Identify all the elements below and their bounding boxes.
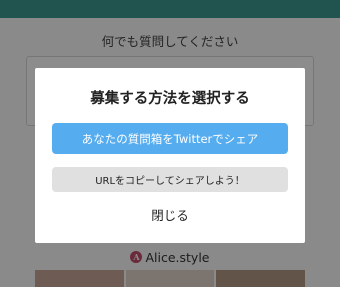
share-method-dialog: 募集する方法を選択する あなたの質問箱をTwitterでシェア URLをコピーし…	[35, 68, 305, 243]
copy-url-button[interactable]: URLをコピーしてシェアしよう！	[52, 167, 288, 192]
close-button[interactable]: 閉じる	[35, 206, 305, 226]
dialog-title: 募集する方法を選択する	[90, 91, 250, 107]
share-twitter-button[interactable]: あなたの質問箱をTwitterでシェア	[52, 123, 288, 154]
